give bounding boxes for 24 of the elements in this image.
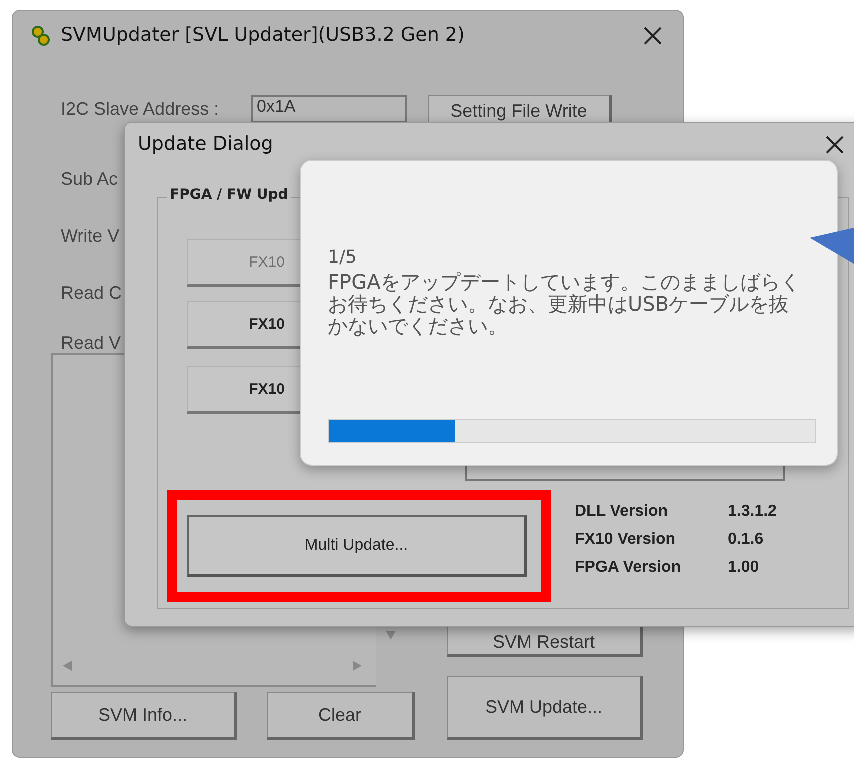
version-label: DLL Version — [575, 503, 668, 521]
field-label: Read V — [61, 333, 122, 354]
dialog-title: Update Dialog — [138, 133, 274, 155]
window-title: SVMUpdater [SVL Updater](USB3.2 Gen 2) — [61, 24, 465, 46]
group-label: FPGA / FW Upd — [167, 187, 292, 203]
gears-icon — [31, 26, 51, 46]
field-label: Sub Ac — [61, 169, 118, 190]
version-label: FX10 Version — [575, 531, 676, 549]
svm-info-button[interactable]: SVM Info... — [51, 692, 237, 740]
svm-update-button[interactable]: SVM Update... — [447, 676, 643, 740]
close-icon[interactable] — [643, 26, 663, 46]
field-label: I2C Slave Address : — [61, 99, 220, 120]
pointer-arrow-icon — [810, 228, 854, 264]
scroll-down-icon[interactable] — [386, 631, 396, 640]
multi-update-button[interactable]: Multi Update... — [187, 515, 527, 577]
version-value: 1.00 — [728, 559, 760, 577]
field-label: Write V — [61, 226, 120, 247]
version-value: 1.3.1.2 — [728, 503, 777, 521]
close-icon[interactable] — [825, 135, 845, 155]
version-value: 0.1.6 — [728, 531, 764, 549]
clear-button[interactable]: Clear — [267, 692, 415, 740]
address-field[interactable]: 0x1A — [251, 95, 407, 123]
version-label: FPGA Version — [575, 559, 682, 577]
field-label: Read C — [61, 283, 122, 304]
